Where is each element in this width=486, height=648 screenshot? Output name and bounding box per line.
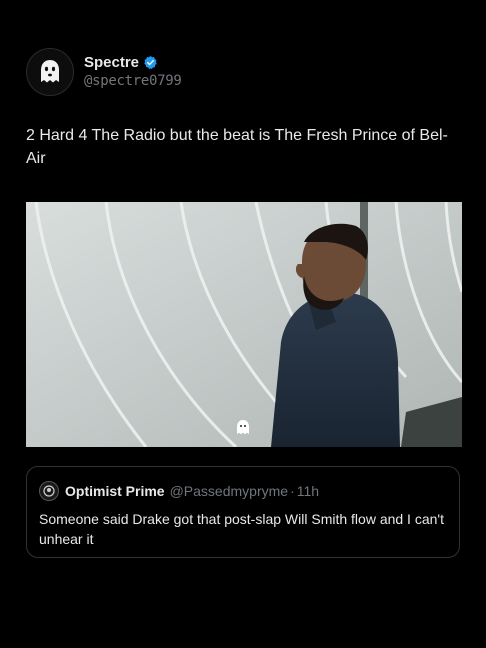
quote-separator: · <box>290 483 295 499</box>
quote-text: Someone said Drake got that post-slap Wi… <box>39 511 444 547</box>
ghost-icon <box>41 60 59 83</box>
video-still-image <box>26 202 462 447</box>
quote-author-name[interactable]: Optimist Prime <box>65 483 165 499</box>
quote-timestamp[interactable]: 11h <box>297 483 319 499</box>
quote-author-handle[interactable]: @Passedmypryme <box>170 483 288 499</box>
tweet-header: Spectre @spectre0799 <box>26 48 182 96</box>
tweet-media[interactable] <box>26 202 462 447</box>
tweet-text: 2 Hard 4 The Radio but the beat is The F… <box>26 127 448 167</box>
verified-badge-icon <box>144 55 157 69</box>
quote-author-avatar[interactable] <box>39 481 59 501</box>
author-avatar[interactable] <box>26 48 74 96</box>
author-display-name[interactable]: Spectre <box>84 54 139 71</box>
quoted-tweet[interactable]: Optimist Prime @Passedmypryme · 11h Some… <box>26 466 460 558</box>
ghost-watermark-icon <box>237 420 249 435</box>
author-handle[interactable]: @spectre0799 <box>84 73 182 89</box>
round-avatar-icon <box>43 485 55 497</box>
